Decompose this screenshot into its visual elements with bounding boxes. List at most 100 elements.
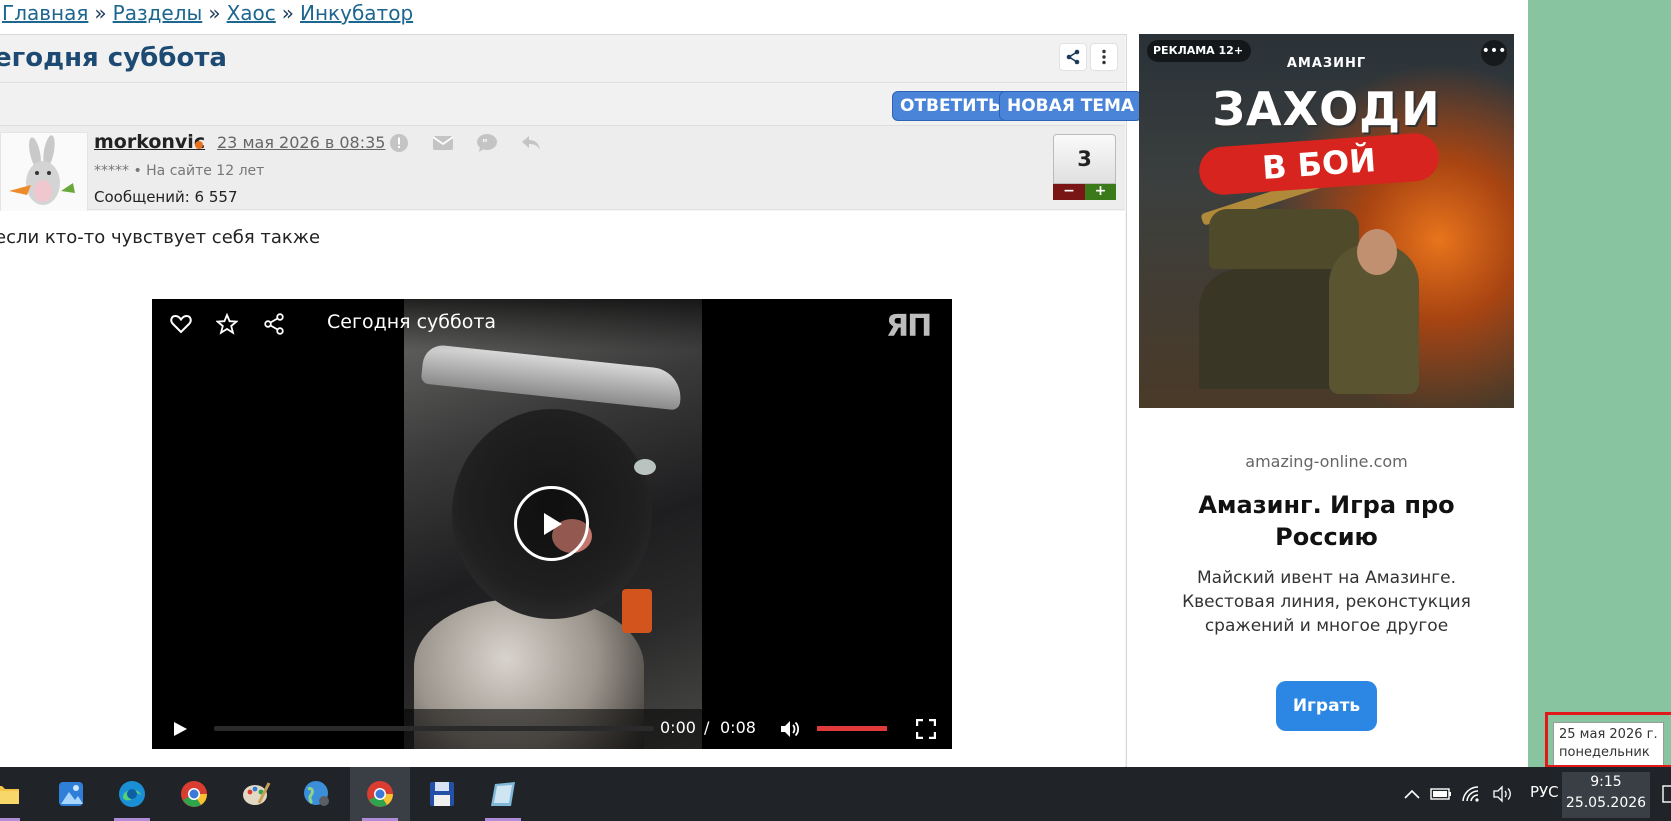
play-overlay-button[interactable]: [514, 486, 589, 561]
ad-banner-image[interactable]: АМАЗИНГ ЗАХОДИ В БОЙ РЕКЛАМА 12+ •••: [1139, 34, 1514, 408]
globe-icon: [304, 781, 329, 806]
message-button[interactable]: [432, 132, 454, 154]
breadcrumb-sections[interactable]: Разделы: [113, 1, 203, 25]
taskbar-edge[interactable]: [102, 767, 162, 821]
play-button[interactable]: [170, 719, 190, 739]
quote-button[interactable]: ": [476, 132, 498, 154]
taskbar: РУС 9:15 25.05.2026: [0, 767, 1671, 821]
taskbar-file-explorer[interactable]: [0, 767, 28, 821]
tray-show-hidden[interactable]: [1400, 767, 1424, 821]
author-name[interactable]: morkonvic: [94, 131, 205, 153]
chevron-up-icon: [1404, 789, 1420, 799]
share-video-button[interactable]: [261, 311, 287, 337]
notification-icon: [1662, 785, 1671, 803]
envelope-icon: [432, 136, 454, 150]
paint-palette-icon: [243, 782, 271, 805]
video-cat-eye: [634, 459, 656, 475]
video-orange-object: [622, 589, 652, 633]
video-controls: 0:00 / 0:08: [152, 709, 952, 749]
wifi-icon: [1462, 786, 1479, 802]
volume-slider[interactable]: [817, 726, 887, 731]
rabbit-avatar-icon: [9, 135, 75, 205]
speaker-icon: [781, 721, 800, 737]
reply-arrow-button[interactable]: [520, 132, 542, 154]
topic-action-bar: ОТВЕТИТЬ НОВАЯ ТЕМА: [0, 84, 1143, 126]
battery-icon: [1430, 788, 1451, 800]
video-progress-bar[interactable]: [214, 726, 654, 731]
ad-headline-badge: В БОЙ: [1197, 131, 1441, 197]
volume-button[interactable]: [779, 718, 801, 740]
fullscreen-button[interactable]: [915, 718, 937, 740]
ad-menu-button[interactable]: •••: [1481, 40, 1507, 66]
exclamation-icon: [390, 134, 408, 152]
tray-time: 9:15: [1590, 774, 1622, 790]
taskbar-chrome-active[interactable]: [350, 767, 410, 821]
svg-text:": ": [482, 137, 488, 150]
vote-up-button[interactable]: +: [1085, 184, 1116, 200]
like-video-button[interactable]: [168, 311, 194, 337]
video-player[interactable]: Сегодня суббота ЯП 0:00 / 0:08: [152, 299, 952, 749]
folder-icon: [0, 786, 19, 804]
topic-header: егодня суббота: [0, 35, 1125, 83]
photos-icon: [59, 782, 83, 806]
tray-clock[interactable]: 9:15 25.05.2026: [1562, 772, 1650, 818]
ad-title[interactable]: Амазинг. Игра про Россию: [1179, 489, 1474, 553]
taskbar-save-app[interactable]: [412, 767, 472, 821]
avatar[interactable]: [0, 132, 88, 212]
kebab-menu-icon: [1102, 49, 1106, 65]
ad-domain[interactable]: amazing-online.com: [1139, 452, 1514, 471]
play-icon: [174, 722, 187, 736]
topic-title: егодня суббота: [0, 43, 227, 73]
taskbar-photos[interactable]: [41, 767, 101, 821]
breadcrumb-separator: »: [208, 1, 221, 25]
breadcrumb-separator: »: [281, 1, 295, 25]
tray-date: 25.05.2026: [1565, 795, 1647, 811]
ad-headline: ЗАХОДИ: [1212, 82, 1441, 136]
chrome-icon: [367, 781, 394, 807]
play-icon: [543, 512, 562, 535]
yap-logo: ЯП: [886, 309, 932, 344]
tooltip-date: 25 мая 2026 г.: [1559, 727, 1658, 742]
quote-bubble-icon: ": [477, 134, 497, 152]
date-tooltip: 25 мая 2026 г. понедельник: [1553, 722, 1664, 766]
tray-battery[interactable]: [1428, 767, 1454, 821]
author-rank: ***** • На сайте 12 лет: [94, 163, 265, 179]
video-total-time: 0:08: [720, 718, 756, 737]
post-text: если кто-то чувствует себя также: [0, 227, 321, 248]
share-icon: [264, 313, 284, 335]
video-current-time: 0:00: [660, 718, 696, 737]
tray-volume[interactable]: [1490, 767, 1516, 821]
post-action-icons: ": [388, 132, 542, 154]
report-button[interactable]: [388, 132, 410, 154]
reply-button[interactable]: ОТВЕТИТЬ: [892, 91, 1009, 121]
reply-arrow-icon: [522, 136, 540, 150]
advertisement: АМАЗИНГ ЗАХОДИ В БОЙ РЕКЛАМА 12+ ••• ama…: [1139, 34, 1514, 767]
star-icon: [216, 313, 238, 335]
taskbar-network-globe[interactable]: [287, 767, 347, 821]
breadcrumb-chaos[interactable]: Хаос: [227, 1, 276, 25]
online-status-dot: [195, 141, 203, 149]
tray-wifi[interactable]: [1458, 767, 1484, 821]
tooltip-weekday: понедельник: [1559, 745, 1650, 760]
post-date-link[interactable]: 23 мая 2026 в 08:35: [217, 133, 385, 152]
speaker-icon: [1493, 785, 1511, 803]
taskbar-chrome[interactable]: [164, 767, 224, 821]
chrome-icon: [181, 781, 208, 807]
tray-notifications[interactable]: [1660, 767, 1671, 821]
tray-language[interactable]: РУС: [1530, 783, 1559, 801]
taskbar-notepad[interactable]: [473, 767, 533, 821]
video-title: Сегодня суббота: [327, 311, 497, 333]
ad-play-button[interactable]: Играть: [1276, 681, 1377, 731]
vote-down-button[interactable]: −: [1053, 184, 1085, 200]
notepad-icon: [491, 782, 515, 806]
breadcrumb-incubator[interactable]: Инкубатор: [300, 1, 413, 25]
taskbar-paint[interactable]: [226, 767, 286, 821]
share-button[interactable]: [1059, 43, 1087, 71]
breadcrumb-separator: »: [94, 1, 107, 25]
ad-label-text: РЕКЛАМА 12+: [1153, 44, 1244, 57]
new-topic-button[interactable]: НОВАЯ ТЕМА: [999, 91, 1143, 121]
breadcrumb-home[interactable]: Главная: [2, 1, 88, 25]
favorite-video-button[interactable]: [214, 311, 240, 337]
author-message-count: Сообщений: 6 557: [94, 188, 238, 206]
more-options-button[interactable]: [1090, 43, 1118, 71]
